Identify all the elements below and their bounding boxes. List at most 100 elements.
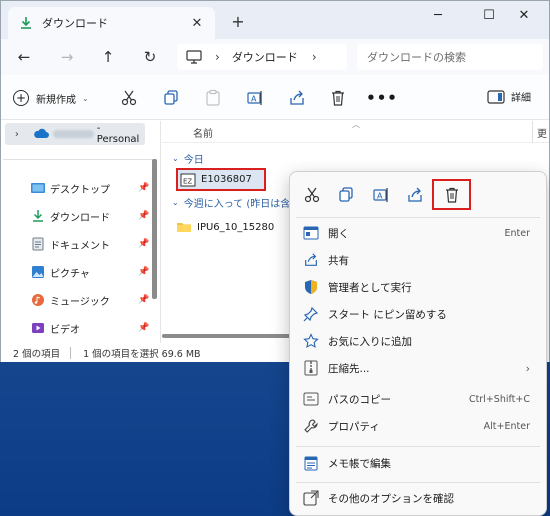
group-header-today[interactable]: ⌄ 今日 bbox=[172, 151, 204, 166]
column-date-header[interactable]: 更 bbox=[537, 125, 547, 140]
trash-icon[interactable] bbox=[328, 88, 348, 108]
file-row-selected[interactable]: EZ E1036807 bbox=[176, 168, 266, 191]
sidebar-item-pictures[interactable]: ピクチャ 📌 bbox=[31, 262, 150, 282]
minimize-button[interactable]: ─ bbox=[415, 1, 461, 29]
sidebar-item-music[interactable]: ミュージック 📌 bbox=[31, 290, 150, 310]
pin-icon[interactable]: 📌 bbox=[138, 323, 149, 333]
details-pane-icon bbox=[487, 89, 505, 104]
menu-item-compress-to[interactable]: 圧縮先... › bbox=[294, 355, 542, 381]
sidebar-item-label: ビデオ bbox=[50, 324, 80, 336]
menu-item-run-as-admin[interactable]: 管理者として実行 bbox=[294, 274, 542, 300]
download-icon bbox=[18, 15, 34, 31]
chevron-right-icon: › bbox=[525, 361, 530, 375]
menu-item-show-more-options[interactable]: その他のオプションを確認 bbox=[294, 485, 542, 511]
menu-item-edit-in-notepad[interactable]: メモ帳で編集 bbox=[294, 450, 542, 476]
folder-icon bbox=[176, 220, 192, 234]
pin-icon[interactable]: 📌 bbox=[138, 183, 149, 193]
refresh-icon[interactable]: ↻ bbox=[139, 47, 161, 67]
cut-icon[interactable] bbox=[119, 88, 139, 108]
svg-text:A: A bbox=[251, 95, 257, 104]
breadcrumb-downloads[interactable]: ダウンロード bbox=[232, 49, 298, 65]
sidebar-item-desktop[interactable]: デスクトップ 📌 bbox=[31, 178, 150, 198]
menu-item-label: お気に入りに追加 bbox=[328, 335, 412, 348]
music-icon bbox=[31, 293, 45, 307]
pin-icon[interactable]: 📌 bbox=[138, 295, 149, 305]
menu-divider bbox=[296, 446, 540, 447]
sidebar-item-onedrive[interactable]: › - Personal bbox=[5, 123, 145, 145]
menu-item-label: 共有 bbox=[328, 254, 349, 267]
sidebar-item-downloads[interactable]: ダウンロード 📌 bbox=[31, 206, 150, 226]
pictures-icon bbox=[31, 265, 45, 279]
details-button[interactable]: 詳細 bbox=[487, 89, 531, 104]
more-options-button[interactable]: ••• bbox=[366, 88, 397, 108]
sidebar-item-label: ドキュメント bbox=[50, 240, 110, 252]
column-name-header[interactable]: 名前 bbox=[193, 125, 213, 140]
shield-icon bbox=[302, 279, 320, 295]
horizontal-scrollbar[interactable] bbox=[162, 334, 292, 338]
pin-icon[interactable]: 📌 bbox=[138, 239, 149, 249]
sidebar-item-label: ミュージック bbox=[50, 296, 110, 308]
file-row[interactable]: IPU6_10_15280 bbox=[176, 217, 274, 237]
back-arrow-icon[interactable]: ← bbox=[13, 47, 35, 67]
new-button[interactable]: + 新規作成 ⌄ bbox=[13, 89, 89, 107]
sidebar-item-documents[interactable]: ドキュメント 📌 bbox=[31, 234, 150, 254]
tab-downloads[interactable]: ダウンロード ✕ bbox=[8, 7, 215, 39]
copy-icon[interactable] bbox=[336, 185, 356, 205]
archive-file-icon: EZ bbox=[180, 173, 196, 187]
compress-icon bbox=[302, 360, 320, 376]
close-tab-icon[interactable]: ✕ bbox=[189, 15, 205, 31]
nav-scrollbar[interactable] bbox=[152, 159, 157, 299]
breadcrumb-separator[interactable]: › bbox=[312, 50, 317, 64]
menu-item-label: 開く bbox=[328, 227, 349, 240]
forward-arrow-icon[interactable]: → bbox=[56, 47, 78, 67]
chevron-down-icon: ⌄ bbox=[172, 154, 179, 163]
menu-item-open[interactable]: 開く Enter bbox=[294, 220, 542, 246]
column-header: 名前 ︿ 更 bbox=[162, 120, 549, 143]
onedrive-label: - Personal bbox=[96, 123, 140, 145]
cut-icon[interactable] bbox=[302, 185, 322, 205]
title-bar: ダウンロード ✕ + ─ ☐ ✕ bbox=[1, 1, 549, 39]
menu-item-add-to-favorites[interactable]: お気に入りに追加 bbox=[294, 328, 542, 354]
search-input[interactable] bbox=[367, 50, 533, 64]
chevron-down-icon: ⌄ bbox=[82, 93, 89, 103]
address-row: ← → ↑ ↻ › ダウンロード › bbox=[1, 39, 549, 75]
share-icon bbox=[302, 252, 320, 268]
up-arrow-icon[interactable]: ↑ bbox=[97, 47, 119, 67]
item-count: 2 個の項目 bbox=[13, 348, 61, 360]
tab-label: ダウンロード bbox=[42, 17, 108, 30]
close-window-button[interactable]: ✕ bbox=[501, 1, 547, 29]
menu-item-pin-to-start[interactable]: スタート にピン留めする bbox=[294, 301, 542, 327]
chevron-right-icon[interactable]: › bbox=[11, 129, 23, 140]
pin-icon[interactable]: 📌 bbox=[138, 211, 149, 221]
menu-item-copy-as-path[interactable]: パスのコピー Ctrl+Shift+C bbox=[294, 386, 542, 412]
share-icon[interactable] bbox=[287, 88, 307, 108]
rename-icon[interactable]: A bbox=[245, 88, 265, 108]
search-box[interactable] bbox=[357, 44, 543, 70]
pin-icon[interactable]: 📌 bbox=[138, 267, 149, 277]
share-icon[interactable] bbox=[405, 185, 425, 205]
copy-icon[interactable] bbox=[161, 88, 181, 108]
rename-icon[interactable]: A bbox=[371, 185, 391, 205]
context-menu: A 開く Enter 共有 管理者として実行 スタート にピン留めする お気に入… bbox=[289, 171, 547, 516]
navigation-pane: › - Personal デスクトップ 📌 ダウンロード 📌 ドキュメント 📌 … bbox=[1, 121, 161, 343]
column-divider[interactable] bbox=[532, 121, 533, 143]
menu-divider bbox=[296, 482, 540, 483]
address-bar[interactable]: › ダウンロード › bbox=[177, 44, 347, 70]
menu-item-label: プロパティ bbox=[328, 420, 380, 433]
selection-info: 1 個の項目を選択 69.6 MB bbox=[83, 348, 201, 360]
paste-icon[interactable] bbox=[203, 88, 223, 108]
sidebar-item-videos[interactable]: ビデオ 📌 bbox=[31, 318, 150, 338]
menu-item-label: 圧縮先... bbox=[328, 362, 370, 375]
menu-divider bbox=[296, 217, 540, 218]
sidebar-item-label: ダウンロード bbox=[50, 212, 110, 224]
new-tab-button[interactable]: + bbox=[227, 11, 249, 31]
delete-button-highlighted[interactable] bbox=[432, 179, 471, 210]
svg-text:EZ: EZ bbox=[183, 177, 192, 185]
menu-item-share[interactable]: 共有 bbox=[294, 247, 542, 273]
group-label: 今日 bbox=[183, 155, 204, 166]
menu-item-properties[interactable]: プロパティ Alt+Enter bbox=[294, 413, 542, 439]
command-bar: + 新規作成 ⌄ A ••• 詳細 bbox=[1, 75, 549, 120]
open-icon bbox=[302, 225, 320, 241]
documents-icon bbox=[31, 237, 45, 251]
menu-item-label: その他のオプションを確認 bbox=[328, 492, 454, 505]
